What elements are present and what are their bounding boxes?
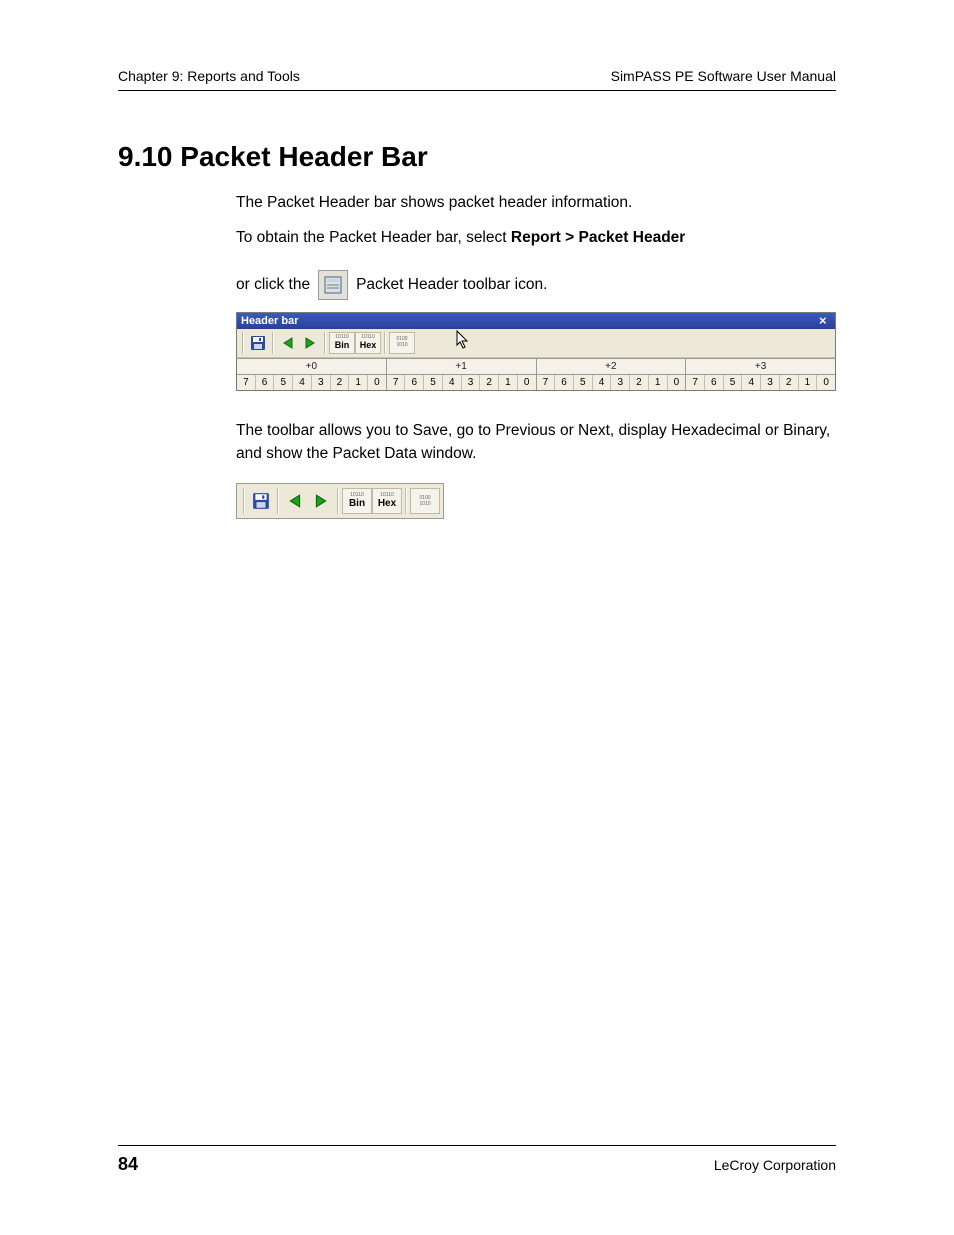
bin-label: Bin <box>349 499 365 509</box>
bit-cell: 3 <box>761 375 780 390</box>
paragraph-toolbar-desc: The toolbar allows you to Save, go to Pr… <box>236 419 836 466</box>
bit-cell: 1 <box>349 375 368 390</box>
bit-cell: 6 <box>256 375 275 390</box>
chapter-header: Chapter 9: Reports and Tools <box>118 68 300 84</box>
save-icon <box>252 492 270 510</box>
toolbar-standalone: 10110 Bin 10110 Hex 0100 1010 <box>236 483 444 519</box>
previous-button[interactable] <box>282 488 308 514</box>
header-bar-window: Header bar × <box>236 312 836 391</box>
hex-toggle[interactable]: 10110 Hex <box>372 488 402 514</box>
toolbar-sep <box>242 332 244 354</box>
packet-data-button[interactable]: 0100 1010 <box>389 332 415 354</box>
next-button[interactable] <box>308 488 334 514</box>
toolbar-sep <box>272 332 274 354</box>
bit-cell: 1 <box>799 375 818 390</box>
hex-label: Hex <box>378 499 396 509</box>
bit-cell: 2 <box>630 375 649 390</box>
toolbar-sep <box>337 488 339 514</box>
bit-group-2: +2 7 6 5 4 3 2 1 0 <box>537 359 687 390</box>
page-footer: 84 LeCroy Corporation <box>118 1145 836 1175</box>
para3-post: Packet Header toolbar icon. <box>356 273 547 296</box>
hex-toggle[interactable]: 10110 Hex <box>355 332 381 354</box>
bit-cell: 0 <box>368 375 386 390</box>
bit-group-label: +0 <box>237 359 386 375</box>
bit-group-label: +2 <box>537 359 686 375</box>
bit-cell: 1 <box>499 375 518 390</box>
manual-header: SimPASS PE Software User Manual <box>611 68 836 84</box>
close-icon[interactable]: × <box>819 315 831 327</box>
bit-cell: 5 <box>424 375 443 390</box>
bit-group-1: +1 7 6 5 4 3 2 1 0 <box>387 359 537 390</box>
bit-group-label: +1 <box>387 359 536 375</box>
arrow-left-icon <box>287 493 303 509</box>
bit-cell: 0 <box>518 375 536 390</box>
bit-cell: 2 <box>780 375 799 390</box>
save-icon <box>250 335 266 351</box>
page-number: 84 <box>118 1154 138 1175</box>
header-bar-toolbar: 10110 Bin 10110 Hex 0100 1010 <box>237 329 835 358</box>
header-bar-titlebar: Header bar × <box>237 313 835 329</box>
bit-cell: 3 <box>462 375 481 390</box>
bit-group-0: +0 7 6 5 4 3 2 1 0 <box>237 359 387 390</box>
header-bar-title: Header bar <box>241 315 298 327</box>
toolbar-sep <box>384 332 386 354</box>
header-bar-bit-grid: +0 7 6 5 4 3 2 1 0 +1 7 <box>237 358 835 390</box>
bit-cell: 1 <box>649 375 668 390</box>
bit-cell: 7 <box>686 375 705 390</box>
bit-cell: 6 <box>555 375 574 390</box>
arrow-right-icon <box>313 493 329 509</box>
save-button[interactable] <box>248 488 274 514</box>
paragraph-menu-path: To obtain the Packet Header bar, select … <box>236 226 836 249</box>
binary-toggle[interactable]: 10110 Bin <box>329 332 355 354</box>
bit-cell: 7 <box>387 375 406 390</box>
section-title: 9.10 Packet Header Bar <box>118 141 836 173</box>
toolbar-sep <box>277 488 279 514</box>
paragraph-intro: The Packet Header bar shows packet heade… <box>236 191 836 214</box>
bit-group-3: +3 7 6 5 4 3 2 1 0 <box>686 359 835 390</box>
corporation-name: LeCroy Corporation <box>714 1157 836 1173</box>
toolbar-sep <box>324 332 326 354</box>
bit-cell: 5 <box>574 375 593 390</box>
cursor-icon <box>455 329 471 354</box>
bit-cell: 3 <box>611 375 630 390</box>
para2-pre: To obtain the Packet Header bar, select <box>236 229 511 246</box>
packet-data-button[interactable]: 0100 1010 <box>410 488 440 514</box>
bit-cell: 4 <box>593 375 612 390</box>
bit-cell: 5 <box>274 375 293 390</box>
data-bottom-digits: 1010 <box>396 343 407 348</box>
toolbar-sep <box>405 488 407 514</box>
hex-label: Hex <box>360 341 377 350</box>
menu-path: Report > Packet Header <box>511 229 685 246</box>
bit-cell: 0 <box>668 375 686 390</box>
data-bottom-digits: 1010 <box>419 502 430 507</box>
previous-button[interactable] <box>277 332 299 354</box>
bit-cell: 2 <box>331 375 350 390</box>
para4-pre: The toolbar allows you to <box>236 422 413 439</box>
bit-cell: 4 <box>443 375 462 390</box>
arrow-right-icon <box>303 336 317 350</box>
binary-toggle[interactable]: 10110 Bin <box>342 488 372 514</box>
bit-cell: 0 <box>817 375 835 390</box>
bit-group-label: +3 <box>686 359 835 375</box>
top-rule <box>118 90 836 91</box>
bin-label: Bin <box>335 341 350 350</box>
save-button[interactable] <box>247 332 269 354</box>
bit-cell: 6 <box>705 375 724 390</box>
next-button[interactable] <box>299 332 321 354</box>
bit-cell: 7 <box>537 375 556 390</box>
data-top-digits: 0100 <box>419 496 430 501</box>
bit-cell: 4 <box>293 375 312 390</box>
packet-header-toolbar-icon <box>318 270 348 300</box>
para3-pre: or click the <box>236 273 310 296</box>
bit-cell: 6 <box>405 375 424 390</box>
bit-cell: 3 <box>312 375 331 390</box>
bit-cell: 4 <box>742 375 761 390</box>
toolbar-sep <box>243 488 245 514</box>
bit-cell: 2 <box>480 375 499 390</box>
bit-cell: 5 <box>724 375 743 390</box>
arrow-left-icon <box>281 336 295 350</box>
paragraph-icon-ref: or click the Packet Header toolbar icon. <box>236 270 836 300</box>
bit-cell: 7 <box>237 375 256 390</box>
